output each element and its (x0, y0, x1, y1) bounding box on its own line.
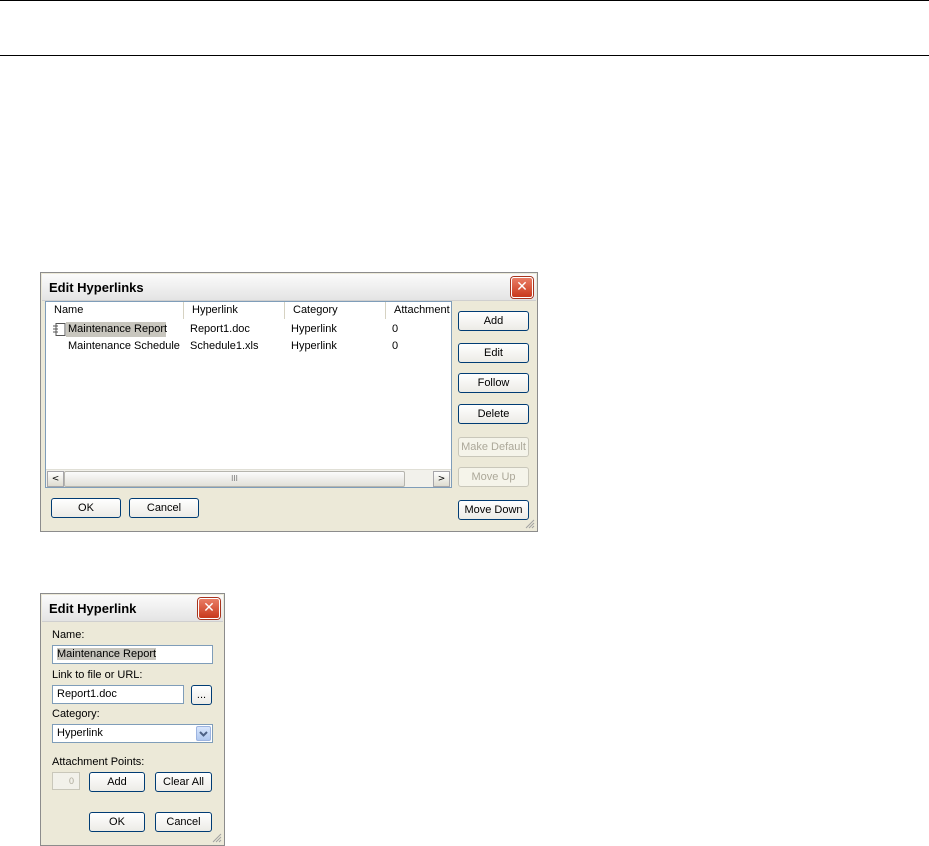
table-row[interactable]: Maintenance Report Report1.doc Hyperlink… (46, 322, 451, 337)
row-category: Hyperlink (291, 340, 337, 352)
document-icon (52, 323, 66, 336)
edit-hyperlink-titlebar[interactable]: Edit Hyperlink ✕ (42, 595, 223, 622)
move-down-button[interactable]: Move Down (458, 500, 529, 520)
close-icon[interactable]: ✕ (511, 277, 533, 298)
name-label: Name: (52, 629, 85, 641)
cancel-button[interactable]: Cancel (155, 812, 212, 832)
column-header-hyperlink[interactable]: Hyperlink (184, 302, 285, 319)
column-header-category[interactable]: Category (285, 302, 386, 319)
category-label: Category: (52, 708, 100, 720)
cancel-button[interactable]: Cancel (129, 498, 199, 518)
category-value: Hyperlink (57, 727, 103, 739)
resize-grip-icon[interactable] (212, 833, 222, 843)
scrollbar-thumb[interactable]: III (64, 471, 405, 487)
top-rule (0, 0, 929, 1)
horizontal-scrollbar[interactable]: < III > (46, 469, 451, 487)
make-default-button[interactable]: Make Default (458, 437, 529, 457)
link-label: Link to file or URL: (52, 669, 143, 681)
row-hyperlink: Report1.doc (190, 323, 250, 335)
ok-button[interactable]: OK (51, 498, 121, 518)
header-rule (0, 55, 929, 56)
row-attachment: 0 (392, 323, 399, 335)
browse-button[interactable]: ... (191, 685, 212, 705)
row-name: Maintenance Schedule (68, 340, 180, 352)
edit-hyperlink-title: Edit Hyperlink (49, 601, 137, 616)
add-attachment-button[interactable]: Add (89, 772, 145, 792)
attachment-count: 0 (52, 772, 80, 790)
move-up-button[interactable]: Move Up (458, 467, 529, 487)
add-button[interactable]: Add (458, 311, 529, 331)
table-row[interactable]: Maintenance Schedule Schedule1.xls Hyper… (46, 339, 451, 354)
row-category: Hyperlink (291, 323, 337, 335)
column-header-name[interactable]: Name (46, 302, 184, 319)
edit-button[interactable]: Edit (458, 343, 529, 363)
row-name: Maintenance Report (68, 323, 168, 335)
close-icon[interactable]: ✕ (198, 598, 220, 619)
attachment-points-label: Attachment Points: (52, 756, 145, 768)
delete-button[interactable]: Delete (458, 404, 529, 424)
row-attachment: 0 (392, 340, 399, 352)
edit-hyperlink-dialog: Edit Hyperlink ✕ Name: Maintenance Repor… (40, 593, 225, 846)
edit-hyperlinks-title: Edit Hyperlinks (49, 280, 144, 295)
edit-hyperlinks-titlebar[interactable]: Edit Hyperlinks ✕ (42, 274, 536, 301)
scroll-right-icon[interactable]: > (433, 471, 450, 487)
name-value: Maintenance Report (57, 648, 157, 660)
resize-grip-icon[interactable] (525, 519, 535, 529)
hyperlinks-list[interactable]: Name Hyperlink Category Attachment Maint… (45, 301, 452, 488)
follow-button[interactable]: Follow (458, 373, 529, 393)
chevron-down-icon[interactable] (196, 726, 211, 741)
name-field[interactable]: Maintenance Report (52, 645, 213, 664)
column-header-attachment[interactable]: Attachment (386, 302, 451, 319)
category-select[interactable]: Hyperlink (52, 724, 213, 743)
link-field[interactable]: Report1.doc (52, 685, 184, 704)
edit-hyperlinks-dialog: Edit Hyperlinks ✕ Name Hyperlink Categor… (40, 272, 538, 532)
ok-button[interactable]: OK (89, 812, 145, 832)
row-hyperlink: Schedule1.xls (190, 340, 259, 352)
scroll-left-icon[interactable]: < (47, 471, 64, 487)
clear-all-button[interactable]: Clear All (155, 772, 212, 792)
